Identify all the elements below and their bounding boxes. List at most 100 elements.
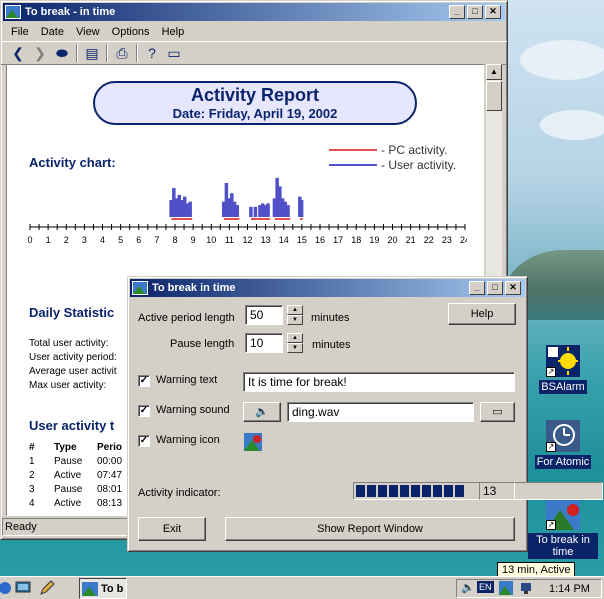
spin-down-icon: ▼ xyxy=(287,343,303,353)
window-icon[interactable]: ▭ xyxy=(163,43,185,63)
desktop-icon-to-break[interactable]: ↗ To break in time xyxy=(528,498,598,559)
clock[interactable]: 1:14 PM xyxy=(549,583,590,595)
pause-length-input[interactable]: 10 xyxy=(245,333,283,353)
spin-up-icon: ▲ xyxy=(287,305,303,315)
close-button[interactable]: ✕ xyxy=(485,5,501,19)
user-activity-table: # Type Perio 1 Pause 00:00 2 Active 07:47 3P… xyxy=(29,442,137,512)
pc-activity-segment xyxy=(274,218,291,220)
user-activity-bar xyxy=(188,201,192,217)
legend-pc: - PC activity. xyxy=(329,142,456,157)
printer-icon[interactable]: ⎙ xyxy=(111,43,133,63)
desktop-icon-bsalarm[interactable]: ↗ BSAlarm xyxy=(528,345,598,394)
table-row: 2 Active 07:47 xyxy=(29,470,123,481)
maximize-button[interactable]: □ xyxy=(467,5,483,19)
table-row: 4 Active 08:13 xyxy=(29,498,123,509)
user-activity-bar xyxy=(299,200,304,217)
warning-icon-preview[interactable] xyxy=(244,433,262,451)
app-icon xyxy=(5,5,21,19)
menu-options[interactable]: Options xyxy=(106,26,156,38)
taskbar: To b 🔈 EN 1:14 PM xyxy=(0,576,604,599)
x-tick-label: 4 xyxy=(100,235,105,245)
progress-block xyxy=(422,485,431,497)
menu-file[interactable]: File xyxy=(5,26,35,38)
browse-sound-button[interactable]: ▭ xyxy=(480,402,515,422)
main-window-title: To break - in time xyxy=(25,6,116,18)
active-period-label: Active period length xyxy=(138,312,235,324)
menu-view[interactable]: View xyxy=(70,26,106,38)
user-activity-bar xyxy=(235,205,240,217)
active-period-spinner[interactable]: ▲ ▼ xyxy=(287,305,303,325)
pc-activity-segment xyxy=(300,218,303,220)
volume-icon[interactable]: 🔈 xyxy=(461,581,475,594)
stat-average: Average user activit xyxy=(29,366,117,377)
pencil-icon[interactable] xyxy=(38,580,56,596)
system-tray: 🔈 EN 1:14 PM xyxy=(456,579,602,598)
dialog-minimize-button[interactable]: _ xyxy=(469,281,485,295)
dialog-close-button[interactable]: ✕ xyxy=(505,281,521,295)
document-icon[interactable]: ▤ xyxy=(81,43,103,63)
dialog-maximize-button[interactable]: □ xyxy=(487,281,503,295)
alarm-icon: ↗ xyxy=(546,345,580,377)
progress-block xyxy=(356,485,365,497)
progress-block xyxy=(378,485,387,497)
x-tick-label: 8 xyxy=(172,235,177,245)
desktop-icon[interactable] xyxy=(15,580,33,596)
spin-down-icon: ▼ xyxy=(287,315,303,325)
active-period-input[interactable]: 50 xyxy=(245,305,283,325)
x-tick-label: 3 xyxy=(82,235,87,245)
language-indicator[interactable]: EN xyxy=(477,581,494,593)
desktop-icon-for-atomic[interactable]: ↗ For Atomic xyxy=(528,420,598,469)
dialog-titlebar[interactable]: To break in time _ □ ✕ xyxy=(130,279,525,297)
pause-length-spinner[interactable]: ▲ ▼ xyxy=(287,333,303,353)
tray-network-icon[interactable] xyxy=(519,581,533,595)
menubar: File Date View Options Help xyxy=(1,23,507,41)
help-button[interactable]: Help xyxy=(448,303,516,325)
warning-icon-checkbox[interactable]: ✓ xyxy=(138,435,150,447)
spin-up-icon: ▲ xyxy=(287,333,303,343)
pc-activity-segment xyxy=(223,218,240,220)
scroll-up-button[interactable]: ▲ xyxy=(486,64,502,80)
progress-block xyxy=(433,485,442,497)
progress-block xyxy=(389,485,398,497)
warning-sound-input[interactable]: ding.wav xyxy=(287,402,474,422)
minimize-button[interactable]: _ xyxy=(449,5,465,19)
scroll-thumb[interactable] xyxy=(486,81,502,111)
x-tick-label: 1 xyxy=(46,235,51,245)
warning-sound-label: Warning sound xyxy=(156,404,230,416)
warning-text-checkbox[interactable]: ✓ xyxy=(138,375,150,387)
play-sound-button[interactable]: 🔈 xyxy=(243,402,281,422)
legend-user: - User activity. xyxy=(329,157,456,172)
x-tick-label: 6 xyxy=(136,235,141,245)
forward-arrow-icon[interactable]: ❯ xyxy=(29,43,51,63)
table-header-row: # Type Perio xyxy=(29,442,123,453)
ie-icon[interactable] xyxy=(0,580,12,596)
desktop-icon-label: For Atomic xyxy=(534,455,592,469)
stat-period: User activity period: xyxy=(29,352,117,363)
x-tick-label: 19 xyxy=(369,235,379,245)
today-icon[interactable]: ⬬ xyxy=(51,43,73,63)
warning-sound-checkbox[interactable]: ✓ xyxy=(138,405,150,417)
report-date: Date: Friday, April 19, 2002 xyxy=(172,106,338,121)
main-window-titlebar[interactable]: To break - in time _ □ ✕ xyxy=(3,3,505,21)
x-tick-label: 2 xyxy=(64,235,69,245)
taskbar-button-to-break[interactable]: To b xyxy=(79,578,127,599)
warning-text-input[interactable]: It is time for break! xyxy=(243,372,515,392)
x-tick-label: 24 xyxy=(460,235,467,245)
folder-icon: ▭ xyxy=(492,406,503,418)
exit-button[interactable]: Exit xyxy=(138,517,206,541)
help-icon[interactable]: ? xyxy=(141,43,163,63)
back-arrow-icon[interactable]: ❮ xyxy=(7,43,29,63)
x-tick-label: 10 xyxy=(206,235,216,245)
tray-to-break-icon[interactable] xyxy=(499,581,513,595)
x-tick-label: 7 xyxy=(154,235,159,245)
x-tick-label: 22 xyxy=(424,235,434,245)
x-tick-label: 0 xyxy=(27,235,32,245)
activity-chart-heading: Activity chart: xyxy=(29,155,116,170)
activity-indicator-label: Activity indicator: xyxy=(138,487,221,499)
x-tick-label: 15 xyxy=(297,235,307,245)
warning-icon-label: Warning icon xyxy=(156,434,220,446)
menu-date[interactable]: Date xyxy=(35,26,70,38)
atomic-clock-icon: ↗ xyxy=(546,420,580,452)
show-report-button[interactable]: Show Report Window xyxy=(225,517,515,541)
menu-help[interactable]: Help xyxy=(156,26,191,38)
